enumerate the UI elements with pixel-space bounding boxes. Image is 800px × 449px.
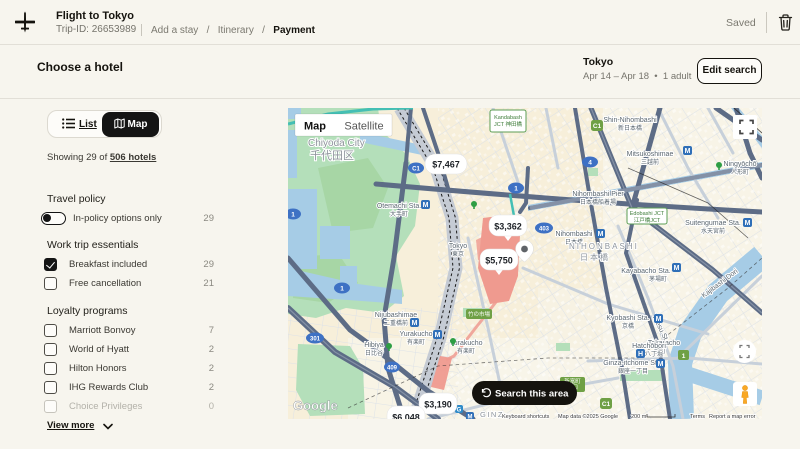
svg-text:千代田区: 千代田区 [310,149,354,162]
svg-text:Terms: Terms [690,414,705,419]
svg-text:Hibiya: Hibiya [364,342,384,349]
svg-text:Nijubashimae: Nijubashimae [375,312,418,319]
svg-text:竹の市場: 竹の市場 [468,310,491,318]
svg-text:有楽町: 有楽町 [457,347,475,355]
svg-text:日本橋船着場: 日本橋船着場 [580,198,616,206]
svg-text:M: M [423,202,429,209]
svg-text:Map data ©2025 Google: Map data ©2025 Google [558,413,618,419]
svg-text:Tokyo: Tokyo [449,243,467,250]
svg-text:C1: C1 [602,401,611,408]
svg-text:Otemachi Sta.: Otemachi Sta. [377,203,421,210]
svg-text:M: M [656,316,662,323]
svg-text:日比谷: 日比谷 [365,349,383,357]
svg-text:C1: C1 [412,167,420,173]
svg-text:GINZ: GINZ [480,410,504,419]
svg-text:Search this area: Search this area [495,389,569,400]
svg-text:三越前: 三越前 [641,158,659,166]
svg-text:M: M [745,220,751,227]
svg-text:M: M [435,332,441,339]
svg-text:1: 1 [514,186,518,193]
svg-text:大手町: 大手町 [390,210,408,218]
svg-text:Ningyōchō: Ningyōchō [723,161,756,168]
svg-text:八丁堀: 八丁堀 [645,350,663,358]
svg-text:茅場町: 茅場町 [649,275,667,283]
svg-text:301: 301 [310,337,321,343]
svg-text:$3,362: $3,362 [494,222,522,232]
svg-text:Kandabash: Kandabash [494,115,522,121]
svg-text:Satellite: Satellite [344,121,383,133]
svg-text:Nihombashi Pier: Nihombashi Pier [572,191,624,198]
svg-text:Report a map error: Report a map error [709,414,756,419]
svg-text:東京: 東京 [452,250,464,258]
svg-text:Hatchōbori: Hatchōbori [632,343,666,350]
svg-text:$7,467: $7,467 [432,160,460,170]
svg-text:G: G [457,408,462,414]
svg-text:$5,750: $5,750 [485,256,513,266]
svg-text:Keyboard shortcuts: Keyboard shortcuts [502,414,550,419]
svg-text:Nihombashi: Nihombashi [556,231,593,238]
svg-text:Kyobashi Sta.: Kyobashi Sta. [606,315,649,322]
svg-text:$6,048: $6,048 [392,413,420,420]
svg-text:Shin-Nihombashi: Shin-Nihombashi [603,117,657,124]
svg-text:Chiyoda City: Chiyoda City [308,138,365,149]
svg-text:NIHONBASHI: NIHONBASHI [569,242,639,251]
svg-text:新日本橋: 新日本橋 [618,124,642,132]
svg-text:Edobashi JCT: Edobashi JCT [630,211,665,217]
svg-text:有楽町: 有楽町 [407,338,425,346]
svg-text:200 m: 200 m [631,414,647,419]
svg-text:C1: C1 [593,123,602,130]
svg-text:$3,190: $3,190 [424,400,452,410]
svg-text:Yurakucho: Yurakucho [399,331,432,338]
svg-text:Mitsukoshimae: Mitsukoshimae [627,151,674,158]
svg-text:403: 403 [539,227,550,233]
svg-text:4: 4 [588,160,592,167]
svg-text:H: H [638,351,643,358]
svg-text:銀座一丁目: 銀座一丁目 [618,367,648,375]
svg-text:Kayabacho Sta.: Kayabacho Sta. [621,268,670,275]
svg-text:409: 409 [387,366,398,372]
svg-text:日本橋: 日本橋 [580,252,610,262]
svg-text:Ginza-itchome Sta.: Ginza-itchome Sta. [603,360,663,367]
svg-text:Suitengumae Sta.: Suitengumae Sta. [685,220,741,227]
svg-text:1: 1 [340,286,344,293]
svg-text:M: M [685,148,691,155]
svg-text:二重橋前: 二重橋前 [384,319,408,327]
svg-text:M: M [412,320,418,327]
svg-text:Map: Map [304,121,326,133]
svg-text:M: M [674,265,680,272]
svg-text:JCT 神田橋: JCT 神田橋 [494,120,523,128]
svg-text:1: 1 [291,212,295,219]
svg-text:水天宮前: 水天宮前 [701,227,725,235]
svg-text:M: M [658,361,664,368]
svg-text:M: M [468,415,473,420]
svg-text:Google: Google [293,398,338,413]
svg-text:江戸橋JCT: 江戸橋JCT [634,216,661,224]
svg-text:1: 1 [682,353,686,360]
svg-text:M: M [598,231,604,238]
svg-text:人形町: 人形町 [731,168,749,176]
svg-text:京橋: 京橋 [622,322,634,330]
